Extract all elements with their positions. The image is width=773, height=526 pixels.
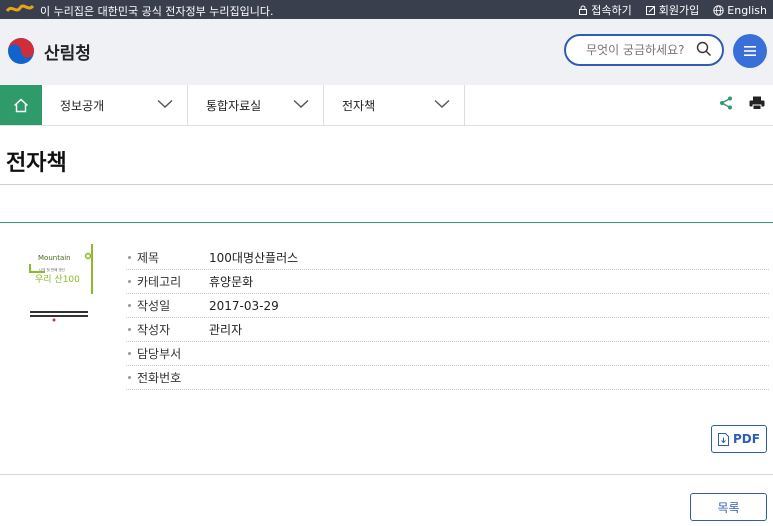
breadcrumb-label: 통합자료실 xyxy=(206,98,262,113)
home-button[interactable] xyxy=(0,85,42,125)
info-value: 휴양문화 xyxy=(209,275,254,289)
info-value: 2017-03-29 xyxy=(209,298,279,313)
site-logo[interactable]: 산림청 xyxy=(6,36,91,66)
gov-emblem-icon xyxy=(5,2,35,19)
home-icon xyxy=(14,98,28,112)
info-row-date: 작성일 2017-03-29 xyxy=(126,294,769,318)
title-divider xyxy=(0,184,773,185)
info-key: 전화번호 xyxy=(137,371,182,385)
list-button[interactable]: 목록 xyxy=(690,493,767,521)
info-key: 작성자 xyxy=(137,323,171,337)
taegeuk-logo-icon xyxy=(8,38,34,64)
pdf-download-button[interactable]: PDF xyxy=(711,425,767,453)
signup-link-label: 회원가입 xyxy=(658,4,700,17)
signup-link[interactable]: 회원가입 xyxy=(645,2,700,18)
search-input[interactable] xyxy=(584,42,698,58)
chevron-down-icon xyxy=(434,99,450,108)
info-row-phone: 전화번호 xyxy=(126,366,769,390)
bottom-divider xyxy=(0,474,773,475)
content-top-divider xyxy=(0,222,773,223)
site-header: 산림청 xyxy=(0,19,773,85)
breadcrumb-label: 정보공개 xyxy=(60,98,105,113)
info-key: 작성일 xyxy=(137,299,171,313)
search-icon[interactable] xyxy=(696,41,712,57)
chevron-down-icon xyxy=(293,99,309,108)
login-link[interactable]: 접속하기 xyxy=(578,2,632,18)
cover-brand-text: Mountain xyxy=(38,254,71,262)
gov-banner-bar: 이 누리집은 대한민국 공식 전자정부 누리집입니다. 접속하기 회원가입 En… xyxy=(0,0,773,19)
cover-subtitle-text: 나의 첫 번째 명산 xyxy=(39,267,66,272)
info-value: 관리자 xyxy=(209,323,243,337)
print-icon[interactable] xyxy=(749,96,765,110)
breadcrumb-item-data-room[interactable]: 통합자료실 xyxy=(188,85,324,125)
lock-icon xyxy=(579,5,588,15)
breadcrumb-item-info-disclosure[interactable]: 정보공개 xyxy=(42,85,188,125)
globe-icon xyxy=(713,4,724,16)
english-link[interactable]: English xyxy=(713,4,767,17)
edit-icon xyxy=(645,6,655,15)
english-link-label: English xyxy=(727,3,767,17)
bullet-icon xyxy=(128,280,131,283)
page-title: 전자책 xyxy=(6,151,67,176)
info-key: 담당부서 xyxy=(137,347,182,361)
breadcrumb-nav: 정보공개 통합자료실 전자책 xyxy=(0,85,773,126)
info-value: 100대명산플러스 xyxy=(209,251,299,265)
bullet-icon xyxy=(128,328,131,331)
page-tools xyxy=(719,96,765,110)
bullet-icon xyxy=(128,376,131,379)
pdf-button-label: PDF xyxy=(733,432,760,446)
hamburger-menu-icon xyxy=(744,46,756,56)
gov-notice-text: 이 누리집은 대한민국 공식 전자정부 누리집입니다. xyxy=(40,4,274,18)
info-row-category: 카테고리 휴양문화 xyxy=(126,270,769,294)
list-button-label: 목록 xyxy=(717,500,740,515)
download-file-icon xyxy=(718,432,730,446)
bullet-icon xyxy=(128,352,131,355)
breadcrumb-label: 전자책 xyxy=(342,98,376,113)
org-name: 산림청 xyxy=(44,43,91,64)
info-row-title: 제목 100대명산플러스 xyxy=(126,246,769,270)
book-cover-image[interactable]: Mountain 나의 첫 번째 명산 우리 산100 xyxy=(27,244,97,324)
bullet-icon xyxy=(128,304,131,307)
gov-notice: 이 누리집은 대한민국 공식 전자정부 누리집입니다. xyxy=(5,2,274,19)
info-key: 카테고리 xyxy=(137,275,182,289)
book-info-list: 제목 100대명산플러스 카테고리 휴양문화 작성일 2017-03-29 작성… xyxy=(126,246,769,390)
bullet-icon xyxy=(128,256,131,259)
chevron-down-icon xyxy=(157,99,173,108)
login-link-label: 접속하기 xyxy=(591,4,632,17)
cover-title-text: 우리 산100 xyxy=(35,274,80,285)
menu-button[interactable] xyxy=(733,34,767,68)
breadcrumb-item-ebook[interactable]: 전자책 xyxy=(324,85,465,125)
info-row-department: 담당부서 xyxy=(126,342,769,366)
search-box[interactable] xyxy=(564,34,724,66)
info-key: 제목 xyxy=(137,251,160,265)
share-icon[interactable] xyxy=(719,96,733,110)
info-row-author: 작성자 관리자 xyxy=(126,318,769,342)
